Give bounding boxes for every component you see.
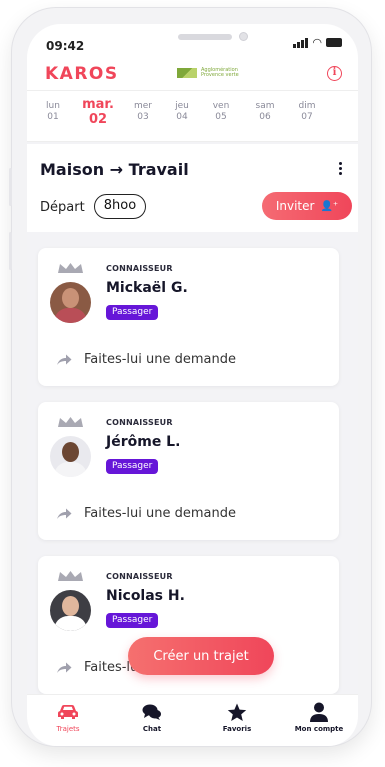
user-name: Jérôme L.	[106, 434, 181, 450]
request-link-label: Faites-lui une demande	[84, 352, 236, 367]
status-icons: ◠	[293, 36, 342, 49]
user-name: Mickaël G.	[106, 280, 188, 296]
crown-icon	[58, 263, 83, 273]
date-item-sam[interactable]: sam 06	[247, 101, 283, 122]
date-day-number: 01	[47, 112, 59, 122]
date-item-mar[interactable]: mar. 02	[80, 97, 116, 127]
crown-icon	[58, 571, 83, 581]
star-icon	[227, 703, 247, 721]
date-day-name: dim	[298, 101, 316, 111]
date-day-number: 03	[137, 112, 149, 122]
avatar	[50, 282, 91, 323]
date-day-name: ven	[212, 101, 230, 111]
karos-logo: KAROS	[45, 64, 119, 84]
chat-bubbles-icon	[142, 704, 161, 720]
request-link[interactable]: Faites-lui une demande	[56, 352, 236, 367]
date-day-number: 05	[215, 112, 227, 122]
date-day-number: 04	[176, 112, 188, 122]
tab-label: Chat	[142, 725, 162, 733]
passenger-badge: Passager	[106, 459, 159, 474]
app-screen: 09:42 ◠ KAROS Agglomération Provence ver…	[27, 24, 358, 746]
partner-logo: Agglomération Provence verte	[177, 68, 249, 78]
route-title: Maison → Travail	[40, 160, 189, 179]
driver-card[interactable]: CONNAISSEUR Mickaël G. Passager Faites-l…	[38, 248, 339, 386]
info-icon[interactable]: i	[327, 66, 342, 81]
share-arrow-icon	[57, 508, 72, 519]
app-header: KAROS Agglomération Provence verte i	[27, 56, 358, 90]
date-day-name: mar.	[82, 97, 114, 112]
invite-button-label: Inviter	[275, 199, 315, 213]
battery-icon	[326, 38, 342, 47]
add-user-icon: 👤⁺	[320, 200, 339, 212]
user-name: Nicolas H.	[106, 588, 185, 604]
wifi-icon: ◠	[312, 36, 322, 49]
bottom-tab-bar: Trajets Chat Favoris Mon compte	[27, 694, 358, 746]
phone-camera	[239, 32, 248, 41]
date-day-name: lun	[46, 101, 60, 111]
date-day-number: 06	[259, 112, 271, 122]
phone-speaker	[178, 34, 232, 40]
invite-button[interactable]: Inviter 👤⁺	[262, 192, 352, 220]
expertise-badge: CONNAISSEUR	[106, 264, 173, 273]
date-item-mer[interactable]: mer 03	[125, 101, 161, 122]
departure-label: Départ	[40, 200, 85, 215]
avatar	[50, 436, 91, 477]
avatar	[50, 590, 91, 631]
user-icon	[310, 702, 328, 722]
phone-side-button	[9, 168, 12, 206]
partner-mark-icon	[177, 68, 197, 78]
tab-label: Favoris	[222, 725, 252, 733]
tab-trajets[interactable]: Trajets	[33, 701, 103, 733]
tab-favoris[interactable]: Favoris	[202, 701, 272, 733]
create-trip-label: Créer un trajet	[153, 648, 249, 664]
tab-label: Mon compte	[294, 725, 344, 733]
tab-chat[interactable]: Chat	[117, 701, 187, 733]
driver-card[interactable]: CONNAISSEUR Jérôme L. Passager Faites-lu…	[38, 402, 339, 540]
phone-side-button	[9, 232, 12, 270]
share-arrow-icon	[57, 662, 72, 673]
date-day-number: 07	[301, 112, 313, 122]
date-item-ven[interactable]: ven 05	[203, 101, 239, 122]
date-item-lun[interactable]: lun 01	[35, 101, 71, 122]
date-day-name: jeu	[175, 101, 189, 111]
date-day-number: 02	[88, 112, 108, 127]
route-section: Maison → Travail Départ 8hoo Inviter 👤⁺	[27, 144, 358, 232]
expertise-badge: CONNAISSEUR	[106, 418, 173, 427]
request-link-label: Faites-lui une demande	[84, 506, 236, 521]
passenger-badge: Passager	[106, 305, 159, 320]
departure-time-chip[interactable]: 8hoo	[94, 194, 146, 219]
tab-label: Trajets	[56, 725, 80, 733]
date-day-name: sam	[255, 101, 275, 111]
date-day-name: mer	[133, 101, 152, 111]
status-time: 09:42	[46, 39, 85, 53]
status-bar: 09:42 ◠	[27, 24, 358, 56]
crown-icon	[58, 417, 83, 427]
car-icon	[58, 705, 78, 719]
create-trip-button[interactable]: Créer un trajet	[128, 637, 274, 675]
share-arrow-icon	[57, 354, 72, 365]
signal-icon	[293, 38, 309, 48]
partner-text: Agglomération Provence verte	[201, 67, 239, 78]
request-link[interactable]: Faites-lui une demande	[56, 506, 236, 521]
more-options-icon[interactable]	[339, 162, 342, 175]
date-item-jeu[interactable]: jeu 04	[164, 101, 200, 122]
date-item-dim[interactable]: dim 07	[289, 101, 325, 122]
tab-mon-compte[interactable]: Mon compte	[284, 701, 354, 733]
passenger-badge: Passager	[106, 613, 159, 628]
expertise-badge: CONNAISSEUR	[106, 572, 173, 581]
date-selector: lun 01 mar. 02 mer 03 jeu 04 ven 05 sam …	[27, 90, 358, 142]
